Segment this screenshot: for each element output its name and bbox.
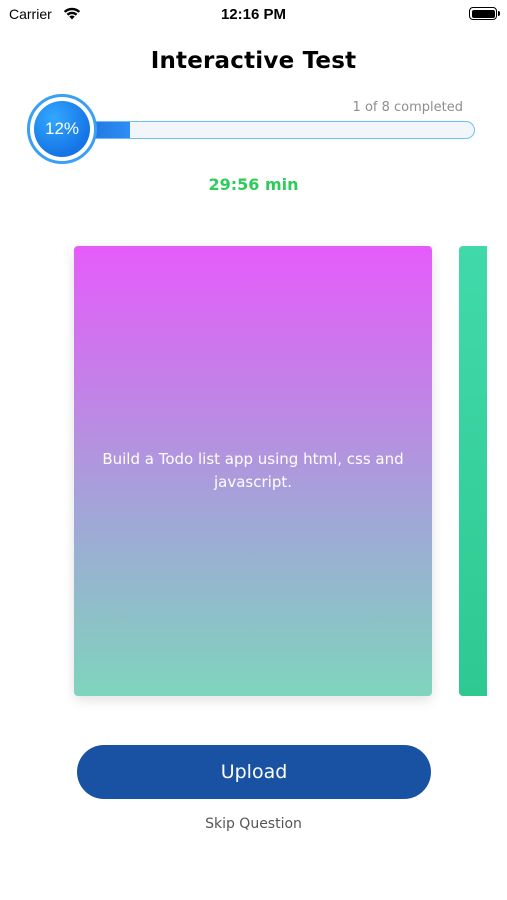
status-bar: Carrier 12:16 PM [0, 0, 507, 28]
countdown-timer: 29:56 min [208, 175, 299, 194]
status-time: 12:16 PM [220, 6, 287, 23]
page-title: Interactive Test [150, 48, 357, 74]
skip-question-link[interactable]: Skip Question [0, 816, 507, 832]
progress-percent-badge: 12% [27, 94, 97, 164]
battery-icon [469, 7, 500, 20]
upload-button[interactable]: Upload [77, 745, 431, 799]
progress-caption: 1 of 8 completed [352, 100, 463, 115]
question-card[interactable]: Build a Todo list app using html, css an… [74, 246, 432, 696]
next-question-card[interactable] [459, 246, 487, 696]
question-text: Build a Todo list app using html, css an… [102, 450, 404, 491]
progress-bar [82, 121, 475, 139]
progress-percent-label: 12% [44, 119, 80, 138]
